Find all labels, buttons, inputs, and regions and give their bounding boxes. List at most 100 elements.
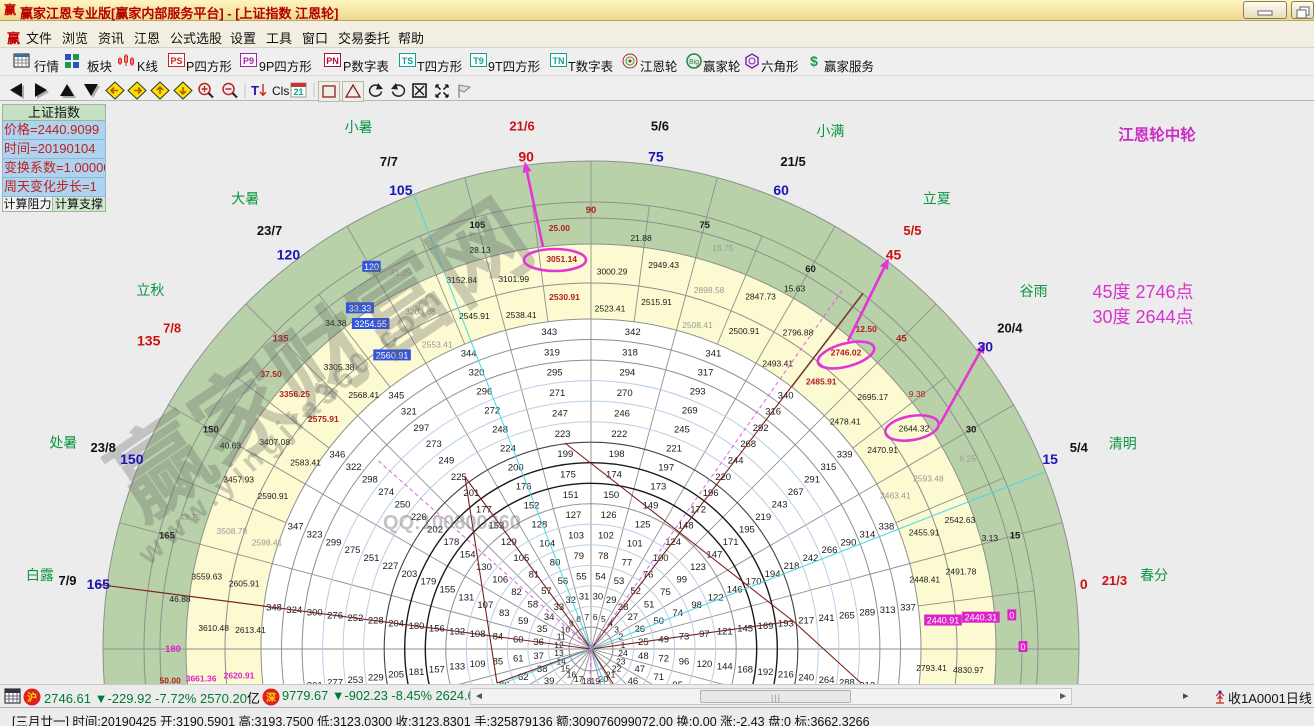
svg-text:97: 97 — [699, 629, 710, 640]
svg-text:2613.41: 2613.41 — [235, 625, 266, 635]
svg-text:291: 291 — [804, 474, 820, 485]
svg-text:15.63: 15.63 — [784, 283, 806, 293]
svg-text:23/7: 23/7 — [257, 223, 282, 238]
svg-text:35: 35 — [537, 624, 548, 635]
svg-text:192: 192 — [758, 667, 774, 678]
svg-text:125: 125 — [635, 519, 651, 530]
svg-text:2796.88: 2796.88 — [783, 328, 814, 338]
svg-text:229: 229 — [368, 672, 384, 683]
svg-text:219: 219 — [755, 512, 771, 523]
svg-text:2746.02: 2746.02 — [831, 348, 862, 358]
svg-text:2847.73: 2847.73 — [745, 292, 776, 302]
svg-text:247: 247 — [552, 408, 568, 419]
svg-text:2949.43: 2949.43 — [648, 260, 679, 270]
svg-text:179: 179 — [420, 577, 436, 588]
svg-text:195: 195 — [739, 524, 755, 535]
svg-text:203: 203 — [401, 569, 417, 580]
svg-text:21.88: 21.88 — [630, 233, 652, 243]
svg-text:145: 145 — [737, 624, 753, 635]
svg-text:TN: TN — [553, 56, 565, 66]
svg-text:3559.63: 3559.63 — [191, 571, 222, 581]
svg-text:246: 246 — [614, 408, 630, 419]
svg-text:6: 6 — [593, 612, 598, 622]
svg-text:春分: 春分 — [1140, 567, 1168, 583]
svg-text:2455.91: 2455.91 — [909, 527, 940, 537]
svg-text:197: 197 — [658, 462, 674, 473]
svg-text:30度 2644点: 30度 2644点 — [1092, 307, 1193, 327]
svg-text:172: 172 — [690, 504, 706, 515]
svg-text:立秋: 立秋 — [136, 282, 164, 298]
svg-text:347: 347 — [288, 522, 304, 533]
svg-text:205: 205 — [388, 670, 404, 681]
svg-text:165: 165 — [87, 576, 111, 592]
svg-text:168: 168 — [737, 664, 753, 675]
svg-text:2695.17: 2695.17 — [857, 392, 888, 402]
svg-text:274: 274 — [378, 487, 394, 498]
svg-text:346: 346 — [329, 449, 345, 460]
svg-text:266: 266 — [822, 545, 838, 556]
svg-text:Big: Big — [689, 59, 699, 66]
svg-text:30: 30 — [966, 425, 977, 436]
svg-text:339: 339 — [837, 449, 853, 460]
svg-text:270: 270 — [617, 388, 633, 399]
svg-text:337: 337 — [900, 602, 916, 613]
svg-text:29: 29 — [606, 595, 617, 606]
svg-text:268: 268 — [740, 439, 756, 450]
svg-text:296: 296 — [476, 387, 492, 398]
svg-text:26: 26 — [634, 624, 645, 635]
svg-text:37: 37 — [533, 651, 544, 662]
svg-text:321: 321 — [401, 407, 417, 418]
svg-text:200: 200 — [508, 462, 524, 473]
svg-text:2598.41: 2598.41 — [252, 537, 283, 547]
svg-text:7: 7 — [584, 612, 589, 622]
svg-text:54: 54 — [595, 571, 606, 582]
svg-text:51: 51 — [644, 599, 655, 610]
svg-text:150: 150 — [120, 451, 144, 467]
svg-text:342: 342 — [625, 327, 641, 338]
svg-text:242: 242 — [803, 553, 819, 564]
svg-text:33: 33 — [554, 602, 565, 613]
svg-text:217: 217 — [798, 616, 814, 627]
svg-text:45: 45 — [886, 247, 902, 263]
svg-text:101: 101 — [627, 538, 643, 549]
svg-text:155: 155 — [439, 585, 455, 596]
svg-text:135: 135 — [137, 332, 161, 348]
svg-text:2644.32: 2644.32 — [899, 424, 930, 434]
svg-text:341: 341 — [705, 349, 721, 360]
svg-text:3.13: 3.13 — [982, 533, 999, 543]
svg-text:273: 273 — [426, 439, 442, 450]
svg-text:198: 198 — [609, 449, 625, 460]
svg-text:PS: PS — [170, 56, 182, 66]
svg-text:295: 295 — [547, 368, 563, 379]
svg-text:7/8: 7/8 — [163, 321, 181, 336]
svg-text:沪: 沪 — [27, 691, 37, 704]
svg-text:146: 146 — [727, 585, 743, 596]
svg-text:196: 196 — [703, 488, 719, 499]
svg-text:249: 249 — [438, 456, 454, 467]
svg-text:157: 157 — [429, 664, 445, 675]
svg-text:2583.41: 2583.41 — [290, 457, 321, 467]
svg-text:124: 124 — [665, 537, 681, 548]
svg-text:T: T — [251, 83, 259, 98]
svg-text:3: 3 — [614, 624, 619, 634]
svg-text:243: 243 — [772, 499, 788, 510]
svg-text:173: 173 — [650, 481, 666, 492]
svg-text:QQ:100800360: QQ:100800360 — [383, 512, 521, 534]
svg-text:2538.41: 2538.41 — [506, 310, 537, 320]
svg-text:174: 174 — [606, 470, 622, 481]
svg-text:Cls: Cls — [272, 84, 289, 98]
svg-text:123: 123 — [690, 562, 706, 573]
svg-text:269: 269 — [682, 406, 698, 417]
svg-text:61: 61 — [513, 654, 524, 665]
svg-text:175: 175 — [560, 470, 576, 481]
svg-text:15: 15 — [1042, 451, 1058, 467]
svg-text:75: 75 — [660, 587, 671, 598]
svg-text:20/4: 20/4 — [997, 321, 1023, 336]
svg-text:105: 105 — [389, 182, 413, 198]
svg-text:$: $ — [810, 53, 818, 69]
svg-text:299: 299 — [326, 537, 342, 548]
svg-text:45度 2746点: 45度 2746点 — [1092, 282, 1193, 302]
svg-text:223: 223 — [555, 429, 571, 440]
svg-text:221: 221 — [666, 443, 682, 454]
svg-text:4830.97: 4830.97 — [953, 665, 984, 675]
